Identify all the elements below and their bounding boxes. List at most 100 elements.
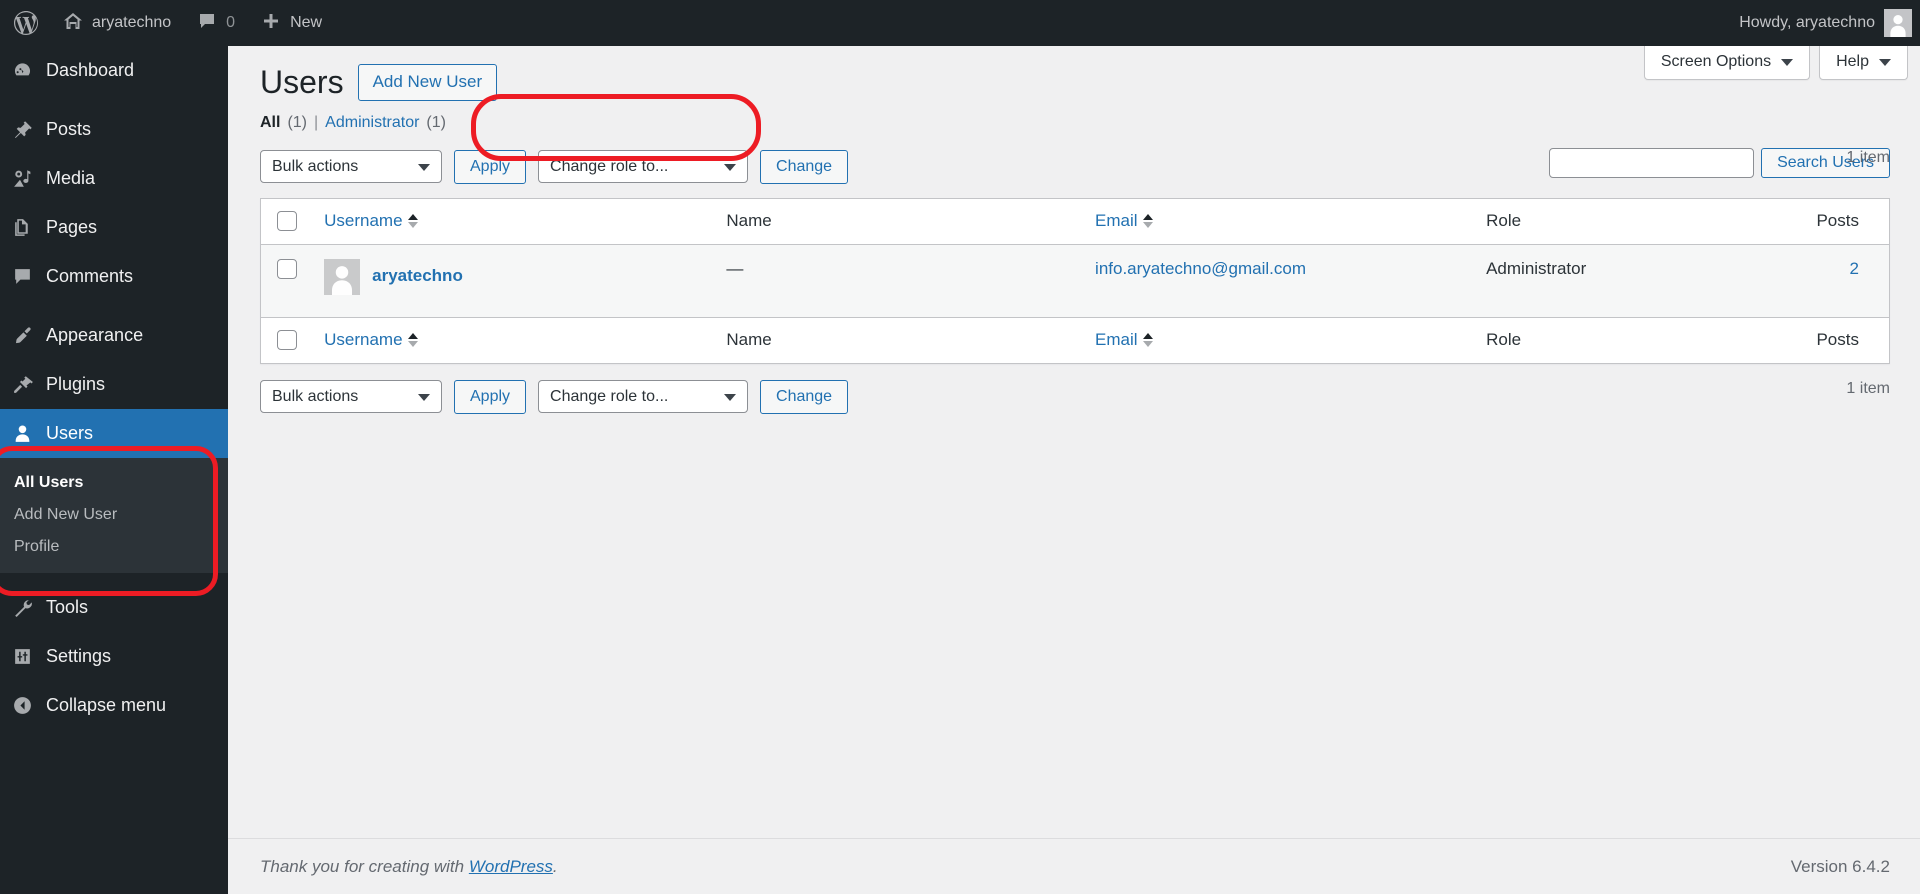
users-table-foot: Username Name Email Role Posts [260, 316, 1890, 364]
wordpress-link[interactable]: WordPress [469, 857, 553, 876]
select-all-checkbox-top[interactable] [277, 211, 297, 232]
sort-arrows-icon [1142, 213, 1153, 228]
sidebar-item-collapse-menu[interactable]: Collapse menu [0, 681, 228, 730]
sidebar-item-pages[interactable]: Pages [0, 203, 228, 252]
sort-username-link-bottom[interactable]: Username [324, 330, 418, 350]
column-header-email: Email [1085, 198, 1477, 245]
admin-bar-my-account[interactable]: Howdy, aryatechno [1726, 0, 1920, 46]
username-link[interactable]: aryatechno [372, 259, 463, 286]
tablenav-top: Bulk actions Apply Change role to... Cha… [260, 132, 1890, 184]
admin-bar-site-name-label: aryatechno [92, 14, 172, 31]
row-username-cell: aryatechno [314, 244, 717, 318]
bulk-actions-select-top[interactable]: Bulk actions [260, 150, 442, 184]
main-content: Screen Options Help Users Add New User A… [228, 46, 1920, 894]
wrench-icon [12, 597, 46, 618]
views-filter-list: All (1) | Administrator (1) [260, 114, 1890, 132]
column-header-posts: Posts [1766, 198, 1890, 245]
column-label-username: Username [324, 210, 403, 230]
page-title: Users [260, 64, 344, 100]
sidebar-item-settings[interactable]: Settings [0, 632, 228, 681]
admin-bar-comments[interactable]: 0 [184, 0, 248, 46]
row-email-cell: info.aryatechno@gmail.com [1085, 244, 1477, 318]
row-checkbox[interactable] [277, 259, 297, 280]
sidebar-item-comments[interactable]: Comments [0, 252, 228, 301]
posts-count-link[interactable]: 2 [1850, 259, 1859, 278]
footer-thanks-prefix: Thank you for creating with [260, 856, 469, 876]
admin-sidebar-menu: Dashboard Posts Media Pages Comments App… [0, 46, 236, 894]
sort-email-link-bottom[interactable]: Email [1095, 330, 1153, 350]
column-header-name: Name [716, 198, 1086, 245]
displaying-num-bottom: 1 item [1846, 379, 1890, 397]
admin-bar-new-content[interactable]: New [248, 0, 335, 46]
tablenav-bottom: Bulk actions Apply Change role to... Cha… [260, 364, 1890, 414]
column-label-email: Email [1095, 329, 1138, 349]
column-footer-role: Role [1476, 316, 1767, 364]
sidebar-item-appearance[interactable]: Appearance [0, 311, 228, 360]
pages-icon [12, 217, 46, 238]
users-table-body: aryatechno — info.aryatechno@gmail.com A… [260, 244, 1890, 318]
footer-credit: Thank you for creating with WordPress. [260, 857, 558, 877]
sidebar-item-label: Plugins [46, 374, 106, 394]
row-name-cell: — [716, 244, 1086, 318]
sidebar-item-dashboard[interactable]: Dashboard [0, 46, 228, 95]
admin-bar-site-name[interactable]: aryatechno [50, 0, 184, 46]
change-role-select-bottom[interactable]: Change role to... [538, 380, 749, 414]
row-select-cell [260, 244, 315, 318]
change-role-select-top[interactable]: Change role to... [538, 150, 749, 184]
bulk-actions-select-bottom[interactable]: Bulk actions [260, 380, 442, 414]
avatar [1884, 9, 1912, 37]
sidebar-item-label: Dashboard [46, 60, 135, 80]
user-icon [12, 423, 46, 444]
home-icon [63, 11, 83, 36]
admin-bar-new-label: New [290, 14, 323, 31]
pin-icon [12, 119, 46, 140]
users-table: Username Name Email Role Posts aryatechn… [260, 197, 1890, 364]
sort-username-link-top[interactable]: Username [324, 210, 418, 231]
sidebar-submenu-users: All Users Add New User Profile [0, 458, 228, 573]
sort-arrows-icon [407, 332, 418, 347]
sidebar-item-plugins[interactable]: Plugins [0, 360, 228, 409]
comment-bubble-icon [12, 266, 46, 287]
column-footer-posts: Posts [1766, 316, 1890, 364]
select-all-checkbox-bottom[interactable] [277, 330, 297, 351]
chevron-down-icon [1879, 58, 1891, 66]
media-camera-icon [12, 168, 46, 189]
submenu-item-profile[interactable]: Profile [0, 531, 228, 563]
submenu-item-all-users[interactable]: All Users [0, 467, 228, 499]
help-label: Help [1836, 53, 1869, 70]
users-table-head: Username Name Email Role Posts [260, 198, 1890, 245]
sidebar-item-label: Comments [46, 266, 134, 286]
admin-bar: aryatechno 0 New Howdy, aryatechno [0, 0, 1920, 46]
help-button[interactable]: Help [1819, 46, 1908, 80]
sidebar-item-posts[interactable]: Posts [0, 105, 228, 154]
email-link[interactable]: info.aryatechno@gmail.com [1095, 259, 1306, 278]
plus-icon [261, 11, 281, 36]
view-all-label[interactable]: All [260, 114, 280, 132]
sidebar-item-label: Media [46, 168, 96, 188]
avatar [324, 258, 361, 295]
view-all-count: (1) [287, 113, 308, 131]
sidebar-item-users[interactable]: Users [0, 409, 236, 458]
submenu-item-add-new-user[interactable]: Add New User [0, 499, 228, 531]
bulk-actions-select-wrap-bottom: Bulk actions [260, 380, 442, 414]
chevron-down-icon [1781, 58, 1794, 66]
sidebar-item-tools[interactable]: Tools [0, 583, 228, 632]
apply-button-top[interactable]: Apply [454, 149, 527, 184]
add-new-user-button[interactable]: Add New User [357, 64, 498, 102]
screen-options-button[interactable]: Screen Options [1643, 46, 1811, 80]
wordpress-logo-menu[interactable] [0, 0, 50, 46]
footer-thanks-suffix: . [552, 856, 558, 876]
bulk-actions-select-wrap: Bulk actions [260, 150, 442, 184]
sidebar-separator [0, 95, 228, 105]
view-administrator-label[interactable]: Administrator [325, 114, 419, 132]
sidebar-item-media[interactable]: Media [0, 154, 228, 203]
column-footer-name: Name [716, 316, 1086, 364]
settings-sliders-icon [12, 646, 46, 667]
paintbrush-icon [12, 325, 46, 346]
column-label-email: Email [1095, 210, 1138, 230]
change-button-top[interactable]: Change [760, 149, 849, 184]
sort-email-link-top[interactable]: Email [1095, 211, 1153, 231]
apply-button-bottom[interactable]: Apply [454, 379, 527, 414]
change-button-bottom[interactable]: Change [760, 379, 849, 414]
wordpress-logo-icon [14, 11, 38, 35]
